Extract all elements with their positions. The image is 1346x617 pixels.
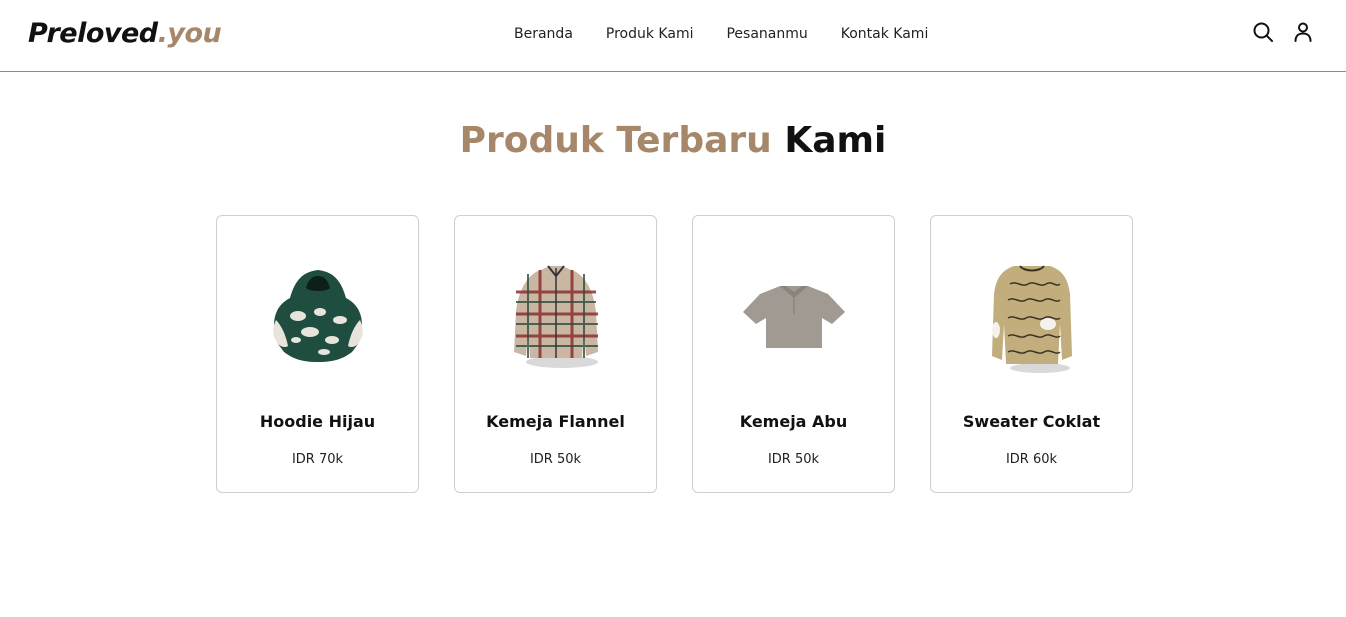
gray-shirt-image bbox=[724, 244, 864, 384]
logo-main-text: Preloved bbox=[28, 18, 158, 49]
nav-link-produk-kami[interactable]: Produk Kami bbox=[606, 22, 694, 46]
nav-icons bbox=[1252, 21, 1314, 43]
search-icon[interactable] bbox=[1252, 21, 1274, 43]
product-card[interactable]: Hoodie Hijau IDR 70k bbox=[216, 215, 419, 493]
logo[interactable]: Preloved.you bbox=[28, 14, 222, 54]
product-name: Sweater Coklat bbox=[962, 412, 1101, 431]
product-price: IDR 60k bbox=[1005, 452, 1058, 467]
product-grid: Hoodie Hijau IDR 70k Kemeja Flannel IDR … bbox=[216, 215, 1133, 493]
user-icon[interactable] bbox=[1292, 21, 1314, 43]
product-name: Kemeja Flannel bbox=[486, 412, 625, 431]
section-title-accent: Produk Terbaru bbox=[459, 120, 772, 161]
nav-link-pesananmu[interactable]: Pesananmu bbox=[726, 22, 807, 46]
product-name: Hoodie Hijau bbox=[259, 412, 376, 431]
product-price: IDR 70k bbox=[291, 452, 344, 467]
section-title-main: Kami bbox=[784, 120, 887, 161]
nav-link-beranda[interactable]: Beranda bbox=[514, 22, 573, 46]
nav-links: Beranda Produk Kami Pesananmu Kontak Kam… bbox=[514, 22, 928, 46]
product-card[interactable]: Sweater Coklat IDR 60k bbox=[930, 215, 1133, 493]
sweater-image bbox=[962, 244, 1102, 384]
product-price: IDR 50k bbox=[767, 452, 820, 467]
flannel-shirt-image bbox=[486, 244, 626, 384]
hoodie-image bbox=[248, 244, 388, 384]
nav-link-kontak-kami[interactable]: Kontak Kami bbox=[841, 22, 929, 46]
product-price: IDR 50k bbox=[529, 452, 582, 467]
product-card[interactable]: Kemeja Flannel IDR 50k bbox=[454, 215, 657, 493]
logo-accent-text: .you bbox=[157, 18, 222, 49]
product-name: Kemeja Abu bbox=[739, 412, 848, 431]
product-card[interactable]: Kemeja Abu IDR 50k bbox=[692, 215, 895, 493]
section-title: Produk Terbaru Kami bbox=[0, 116, 1346, 166]
navbar: Preloved.you Beranda Produk Kami Pesanan… bbox=[0, 0, 1346, 72]
